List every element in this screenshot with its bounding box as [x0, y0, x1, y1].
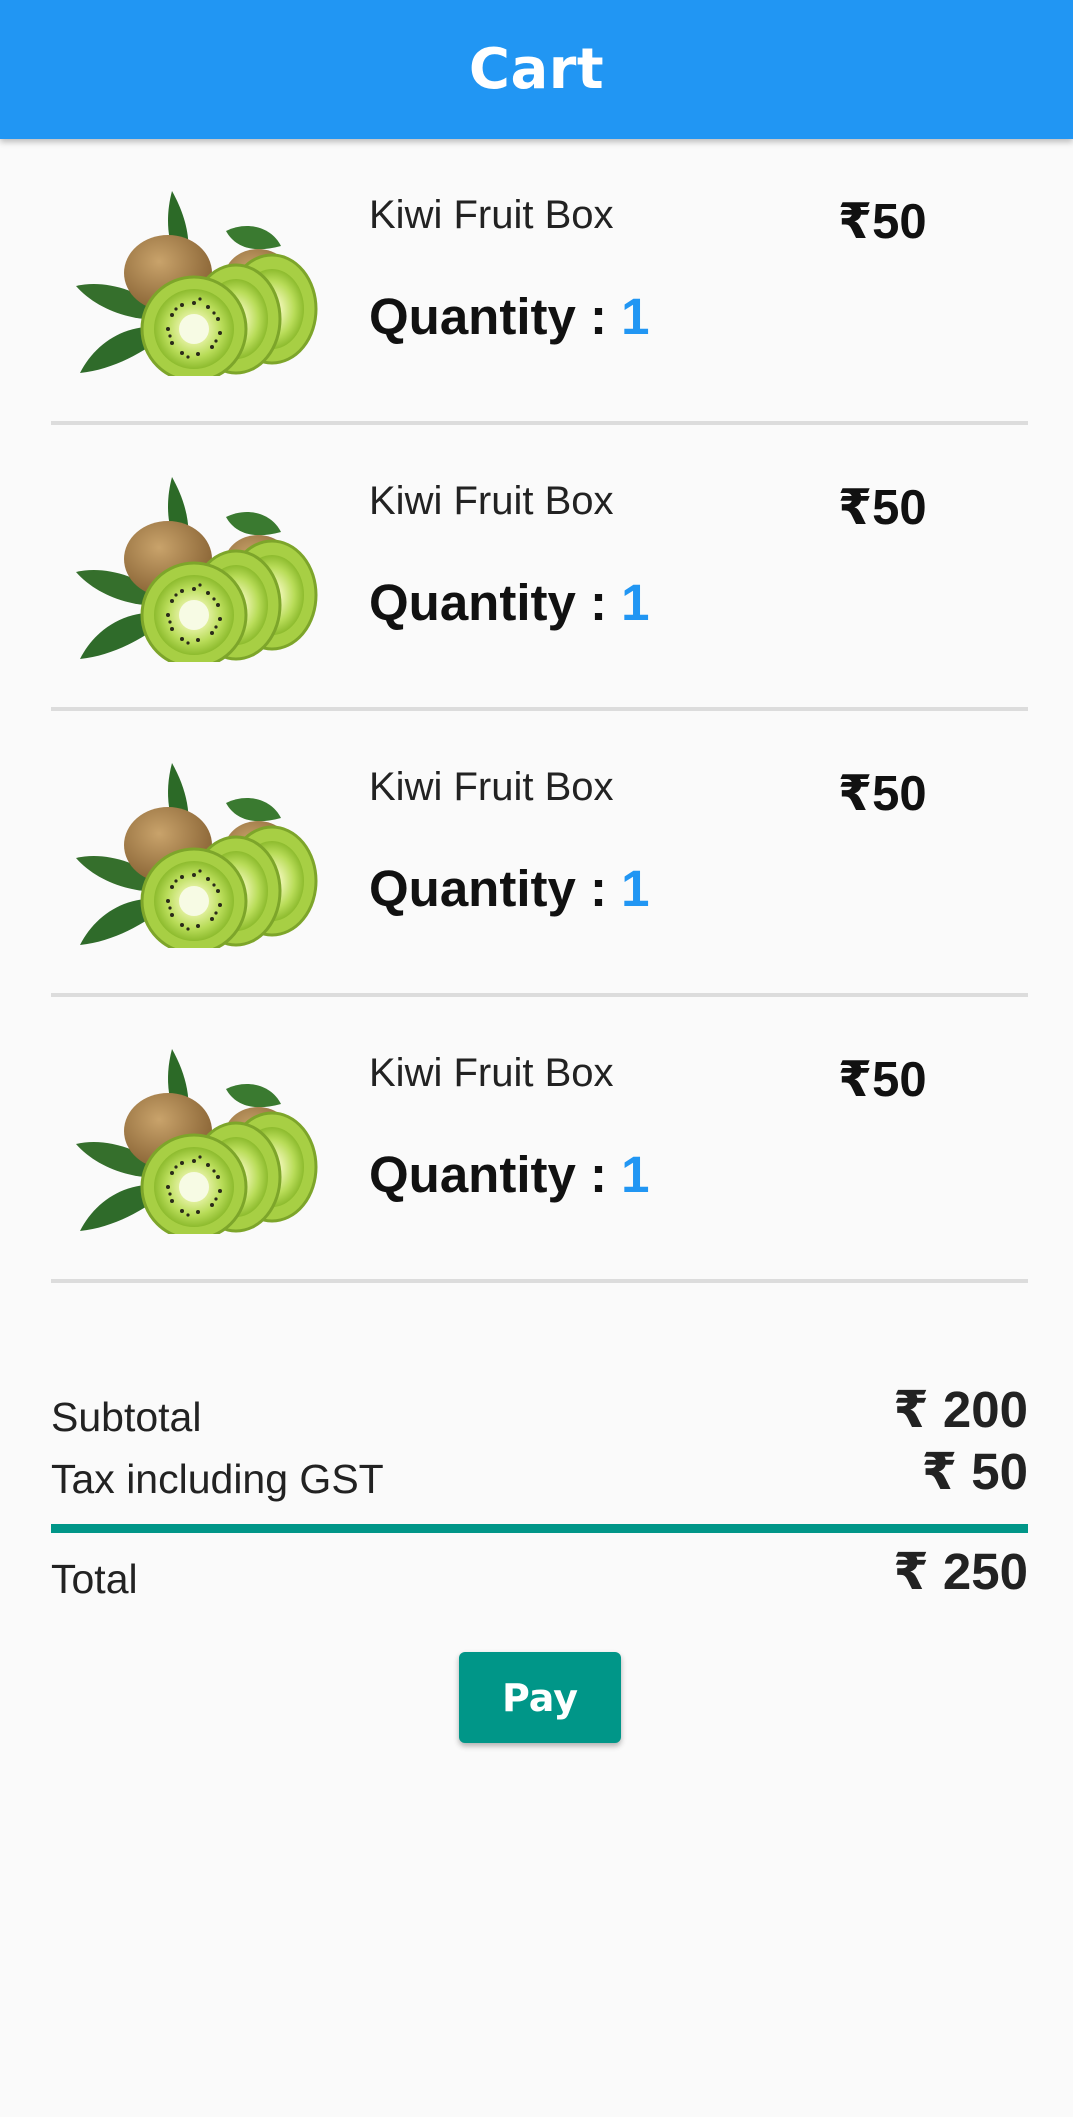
item-name: Kiwi Fruit Box [369, 1051, 614, 1095]
item-price: ₹50 [838, 195, 927, 249]
item-quantity: Quantity : 1 [369, 287, 650, 346]
summary-divider [51, 1524, 1028, 1533]
item-quantity: Quantity : 1 [369, 1145, 650, 1204]
tax-label: Tax including GST [51, 1456, 384, 1502]
item-name: Kiwi Fruit Box [369, 479, 614, 523]
quantity-value: 1 [621, 288, 650, 345]
item-price: ₹50 [838, 1053, 927, 1107]
kiwi-fruit-image [76, 1049, 318, 1234]
item-quantity: Quantity : 1 [369, 859, 650, 918]
quantity-value: 1 [621, 574, 650, 631]
cart-item[interactable]: Kiwi Fruit Box ₹50 Quantity : 1 [0, 711, 1073, 997]
item-divider [51, 1279, 1028, 1283]
page-title: Cart [468, 37, 605, 102]
item-quantity: Quantity : 1 [369, 573, 650, 632]
tax-value: ₹ 50 [921, 1443, 1028, 1500]
quantity-label: Quantity : [369, 1146, 622, 1203]
quantity-value: 1 [621, 860, 650, 917]
quantity-label: Quantity : [369, 574, 622, 631]
total-value: ₹ 250 [893, 1543, 1028, 1600]
kiwi-fruit-image [76, 191, 318, 376]
item-price: ₹50 [838, 767, 927, 821]
quantity-label: Quantity : [369, 860, 622, 917]
quantity-label: Quantity : [369, 288, 622, 345]
kiwi-fruit-image [76, 763, 318, 948]
subtotal-value: ₹ 200 [893, 1381, 1028, 1438]
total-label: Total [51, 1556, 138, 1602]
app-bar: Cart [0, 0, 1073, 139]
quantity-value: 1 [621, 1146, 650, 1203]
cart-item[interactable]: Kiwi Fruit Box ₹50 Quantity : 1 [0, 139, 1073, 425]
item-price: ₹50 [838, 481, 927, 535]
kiwi-fruit-image [76, 477, 318, 662]
cart-item[interactable]: Kiwi Fruit Box ₹50 Quantity : 1 [0, 425, 1073, 711]
item-name: Kiwi Fruit Box [369, 765, 614, 809]
subtotal-label: Subtotal [51, 1394, 202, 1440]
cart-item[interactable]: Kiwi Fruit Box ₹50 Quantity : 1 [0, 997, 1073, 1283]
cart-list: Kiwi Fruit Box ₹50 Quantity : 1 Kiwi Fru… [0, 139, 1073, 1283]
item-name: Kiwi Fruit Box [369, 193, 614, 237]
pay-button[interactable]: Pay [459, 1652, 621, 1743]
